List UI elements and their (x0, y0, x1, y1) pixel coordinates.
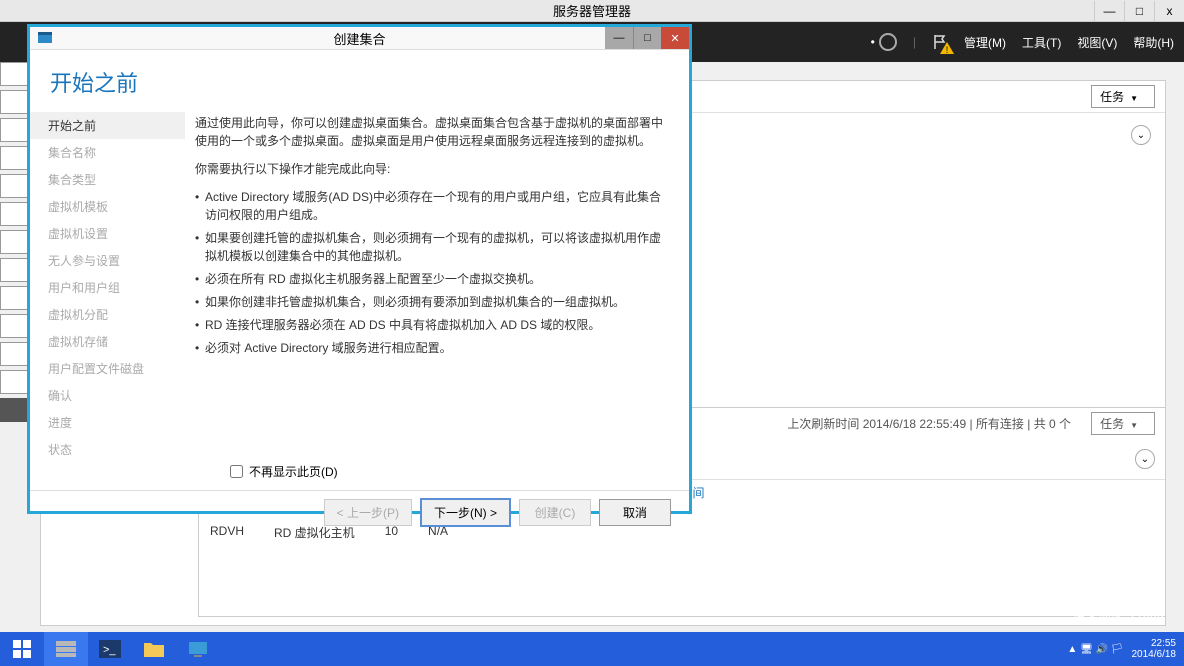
wizard-step: 确认 (30, 382, 185, 409)
wizard-step: 虚拟机分配 (30, 301, 185, 328)
view-menu[interactable]: 视图(V) (1077, 34, 1117, 51)
wizard-intro: 通过使用此向导，你可以创建虚拟桌面集合。虚拟桌面集合包含基于虚拟机的桌面部署中使… (195, 114, 669, 150)
wizard-step: 虚拟机模板 (30, 193, 185, 220)
server-manager-icon (55, 640, 77, 658)
wizard-prereq-item: Active Directory 域服务(AD DS)中必须存在一个现有的用户或… (195, 188, 669, 224)
svg-text:>_: >_ (103, 644, 116, 656)
connections-tasks-dropdown[interactable]: 任务 (1091, 412, 1155, 435)
warning-icon: ! (940, 42, 954, 54)
windows-icon (12, 639, 32, 659)
tray-clock[interactable]: 22:55 2014/6/18 (1132, 638, 1177, 660)
wizard-maximize-button[interactable]: □ (633, 27, 661, 49)
cancel-button[interactable]: 取消 (599, 499, 671, 526)
wizard-prereq-item: 如果你创建非托管虚拟机集合，则必须拥有要添加到虚拟机集合的一组虚拟机。 (195, 293, 669, 311)
wizard-nav: 开始之前 集合名称 集合类型 虚拟机模板 虚拟机设置 无人参与设置 用户和用户组… (30, 108, 185, 463)
wizard-step: 用户配置文件磁盘 (30, 355, 185, 382)
refresh-dropdown[interactable]: • (871, 33, 897, 51)
wizard-prereq-item: 必须对 Active Directory 域服务进行相应配置。 (195, 339, 669, 357)
tray-icons[interactable]: ▲ 🖥 🔊 🏳 (1067, 644, 1123, 655)
server-manager-taskbar-button[interactable] (44, 632, 88, 666)
wizard-step: 无人参与设置 (30, 247, 185, 274)
wizard-prereq-item: 如果要创建托管的虚拟机集合，则必须拥有一个现有的虚拟机，可以将该虚拟机用作虚拟机… (195, 229, 669, 265)
folder-icon (143, 640, 165, 658)
wizard-footer: < 上一步(P) 下一步(N) > 创建(C) 取消 (30, 490, 689, 534)
minimize-button[interactable]: — (1094, 1, 1124, 21)
create-button: 创建(C) (519, 499, 591, 526)
window-controls: — □ x (1094, 1, 1184, 21)
window-titlebar: 服务器管理器 — □ x (0, 0, 1184, 22)
wizard-step[interactable]: 开始之前 (30, 112, 185, 139)
wizard-minimize-button[interactable]: — (605, 27, 633, 49)
system-tray[interactable]: ▲ 🖥 🔊 🏳 22:55 2014/6/18 (1067, 638, 1184, 660)
wizard-prereq-list: Active Directory 域服务(AD DS)中必须存在一个现有的用户或… (195, 188, 669, 357)
manage-menu[interactable]: 管理(M) (964, 34, 1006, 51)
powershell-icon: >_ (99, 640, 121, 658)
dont-show-label: 不再显示此页(D) (249, 463, 338, 480)
wizard-titlebar: 创建集合 — □ ✕ (30, 27, 689, 50)
create-collection-wizard: 创建集合 — □ ✕ 开始之前 开始之前 集合名称 集合类型 虚拟机模板 虚拟机… (27, 24, 692, 514)
watermark-line1: 51CTO.com (1042, 581, 1164, 607)
wizard-step: 状态 (30, 436, 185, 463)
wizard-prereq-label: 你需要执行以下操作才能完成此向导: (195, 160, 669, 178)
hyperv-taskbar-button[interactable] (176, 632, 220, 666)
powershell-taskbar-button[interactable]: >_ (88, 632, 132, 666)
wizard-heading: 开始之前 (30, 50, 689, 108)
maximize-button[interactable]: □ (1124, 1, 1154, 21)
refresh-icon (879, 33, 897, 51)
svg-text:!: ! (946, 45, 949, 54)
wizard-step: 虚拟机设置 (30, 220, 185, 247)
close-button[interactable]: x (1154, 1, 1184, 21)
connections-status: 上次刷新时间 2014/6/18 22:55:49 | 所有连接 | 共 0 个 (787, 415, 1071, 432)
wizard-step: 虚拟机存储 (30, 328, 185, 355)
wizard-title-text: 创建集合 (333, 29, 385, 48)
prev-button: < 上一步(P) (324, 499, 412, 526)
wizard-step: 进度 (30, 409, 185, 436)
start-button[interactable] (0, 632, 44, 666)
connections-expand-button[interactable]: ⌄ (1135, 449, 1155, 469)
wizard-step: 集合类型 (30, 166, 185, 193)
wizard-prereq-item: RD 连接代理服务器必须在 AD DS 中具有将虚拟机加入 AD DS 域的权限… (195, 316, 669, 334)
notifications-icon[interactable]: ! (932, 34, 948, 50)
wizard-step[interactable]: 集合名称 (30, 139, 185, 166)
wizard-step: 用户和用户组 (30, 274, 185, 301)
wizard-icon (36, 29, 54, 47)
expand-button[interactable]: ⌄ (1131, 125, 1151, 145)
next-button[interactable]: 下一步(N) > (420, 498, 511, 527)
taskbar: >_ ▲ 🖥 🔊 🏳 22:55 2014/6/18 (0, 632, 1184, 666)
explorer-taskbar-button[interactable] (132, 632, 176, 666)
watermark-line2: 技术博客 z.Blog (1042, 607, 1164, 626)
dont-show-checkbox[interactable] (230, 465, 243, 478)
tasks-dropdown[interactable]: 任务 (1091, 85, 1155, 108)
window-title: 服务器管理器 (553, 1, 631, 20)
wizard-content: 通过使用此向导，你可以创建虚拟桌面集合。虚拟桌面集合包含基于虚拟机的桌面部署中使… (185, 108, 689, 463)
hyperv-icon (187, 640, 209, 658)
help-menu[interactable]: 帮助(H) (1133, 34, 1174, 51)
tools-menu[interactable]: 工具(T) (1022, 34, 1061, 51)
watermark: 51CTO.com 技术博客 z.Blog (1042, 581, 1164, 626)
wizard-prereq-item: 必须在所有 RD 虚拟化主机服务器上配置至少一个虚拟交换机。 (195, 270, 669, 288)
wizard-close-button[interactable]: ✕ (661, 27, 689, 49)
